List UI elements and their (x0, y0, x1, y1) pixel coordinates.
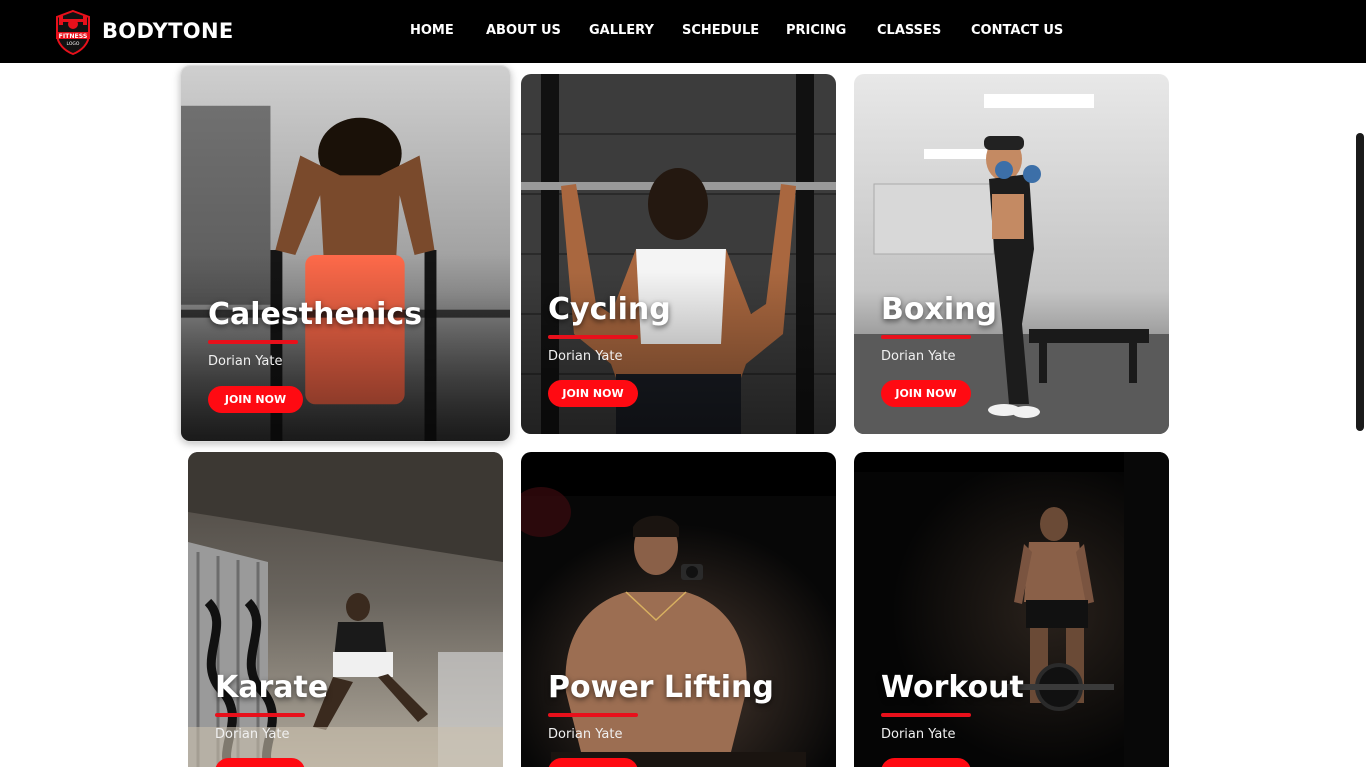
card-title: Boxing (881, 292, 997, 327)
join-now-button[interactable]: JOIN NOW (881, 758, 971, 767)
top-navbar: FITNESS LOGO BODYTONE HOME ABOUT US GALL… (0, 0, 1366, 63)
title-underline (208, 340, 298, 344)
join-now-button[interactable]: JOIN NOW (881, 380, 971, 407)
nav-schedule[interactable]: SCHEDULE (682, 22, 759, 40)
class-card-workout[interactable]: Workout Dorian Yate JOIN NOW (854, 452, 1169, 767)
card-author: Dorian Yate (881, 727, 956, 742)
title-underline (548, 713, 638, 717)
card-title: Workout (881, 670, 1024, 705)
card-author: Dorian Yate (215, 727, 290, 742)
class-card-karate[interactable]: Karate Dorian Yate JOIN NOW (188, 452, 503, 767)
nav-classes[interactable]: CLASSES (877, 22, 941, 40)
card-author: Dorian Yate (208, 354, 283, 369)
card-title: Cycling (548, 292, 671, 327)
class-card-boxing[interactable]: Boxing Dorian Yate JOIN NOW (854, 74, 1169, 434)
power-lifting-photo (521, 452, 836, 767)
workout-photo (854, 452, 1169, 767)
nav-about-us[interactable]: ABOUT US (486, 22, 561, 40)
join-now-button[interactable]: JOIN NOW (215, 758, 305, 767)
card-title: Calesthenics (208, 297, 423, 332)
card-author: Dorian Yate (548, 727, 623, 742)
join-now-button[interactable]: JOIN NOW (548, 380, 638, 407)
class-card-cycling[interactable]: Cycling Dorian Yate JOIN NOW (521, 74, 836, 434)
brand-name[interactable]: BODYTONE (102, 17, 233, 45)
card-title: Karate (215, 670, 329, 705)
card-author: Dorian Yate (548, 349, 623, 364)
nav-pricing[interactable]: PRICING (786, 22, 846, 40)
nav-home[interactable]: HOME (410, 22, 454, 40)
title-underline (215, 713, 305, 717)
logo-text-fitness: FITNESS (59, 33, 88, 40)
logo-text-logo: LOGO (67, 41, 80, 47)
join-now-button[interactable]: JOIN NOW (548, 758, 638, 767)
title-underline (881, 335, 971, 339)
nav-gallery[interactable]: GALLERY (589, 22, 654, 40)
join-now-button[interactable]: JOIN NOW (208, 386, 303, 413)
title-underline (881, 713, 971, 717)
class-card-power-lifting[interactable]: Power Lifting Dorian Yate JOIN NOW (521, 452, 836, 767)
calesthenics-photo (181, 66, 510, 441)
karate-photo (188, 452, 503, 767)
fitness-logo-icon[interactable]: FITNESS LOGO (53, 8, 93, 56)
nav-contact-us[interactable]: CONTACT US (971, 22, 1063, 40)
card-title: Power Lifting (548, 670, 774, 705)
page-scrollbar[interactable] (1356, 133, 1364, 431)
card-author: Dorian Yate (881, 349, 956, 364)
title-underline (548, 335, 638, 339)
class-card-calesthenics[interactable]: Calesthenics Dorian Yate JOIN NOW (180, 65, 511, 442)
